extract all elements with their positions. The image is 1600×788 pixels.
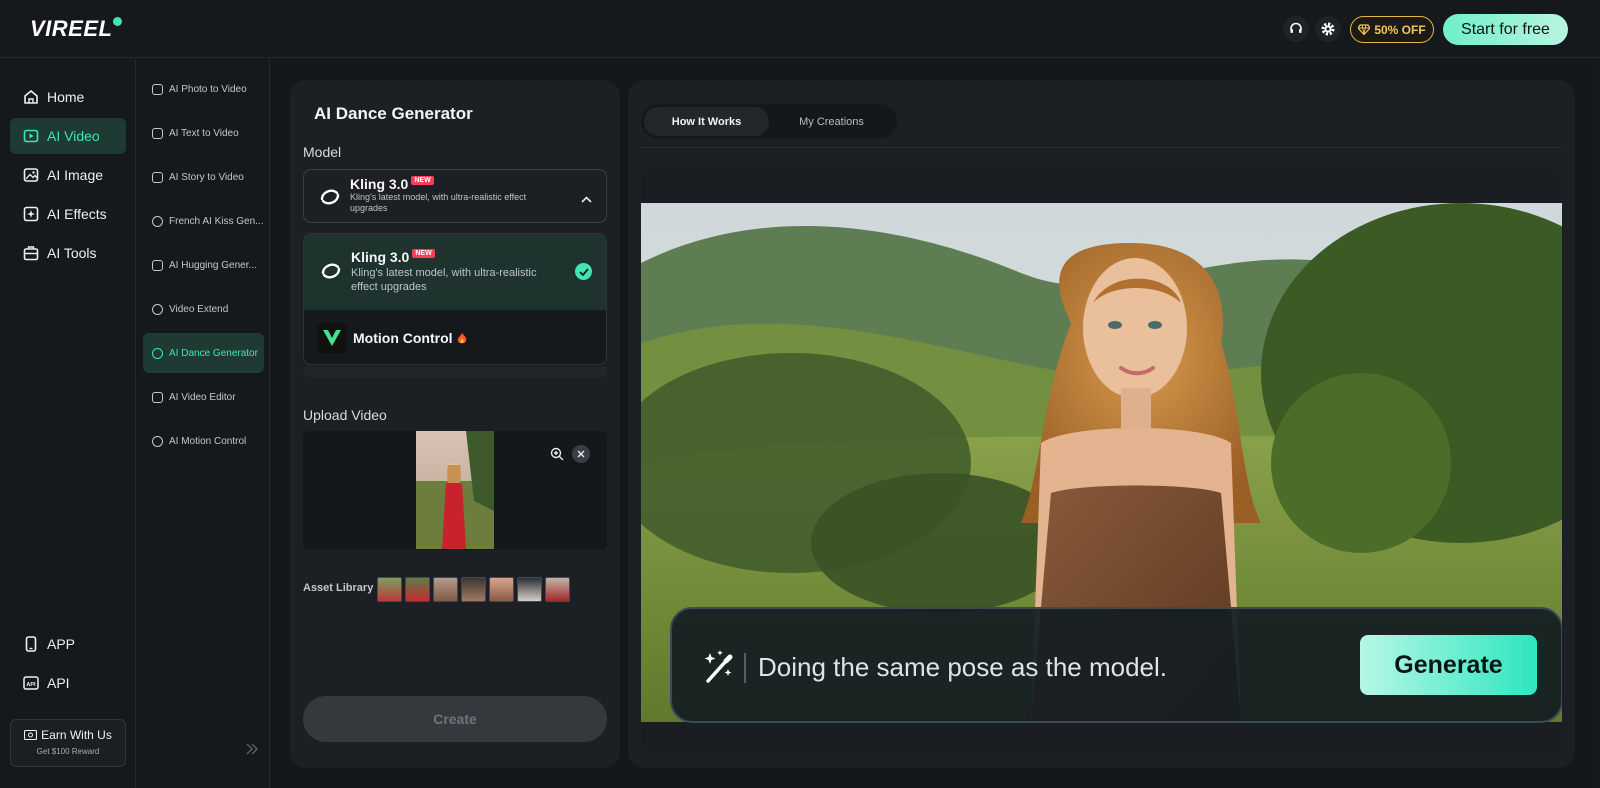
- example-stage: Doing the same pose as the model. Genera…: [641, 168, 1562, 756]
- sub-item-ai-photo-to-video[interactable]: AI Photo to Video: [143, 69, 264, 109]
- model-option-kling[interactable]: Kling 3.0 NEW Kling's latest model, with …: [304, 234, 606, 310]
- uploaded-video-thumbnail[interactable]: [416, 431, 494, 549]
- upload-video-area[interactable]: [303, 431, 607, 550]
- nav-item-ai-image[interactable]: AI Image: [10, 157, 126, 193]
- kling-logo-icon: [317, 257, 345, 285]
- asset-thumbnail[interactable]: [517, 577, 542, 602]
- top-bar: VIREEL 50% OFF Start for free: [0, 0, 1600, 58]
- new-badge: NEW: [412, 248, 435, 258]
- fire-icon: [457, 332, 466, 343]
- vireel-logo[interactable]: VIREEL: [30, 16, 123, 42]
- story-icon: [152, 171, 163, 183]
- home-icon: [24, 90, 38, 104]
- photo-icon: [152, 83, 163, 95]
- prompt-divider: [744, 653, 746, 683]
- asset-library-label: Asset Library: [303, 582, 374, 594]
- asset-library-list: [377, 577, 570, 602]
- text-icon: [152, 127, 163, 139]
- zoom-in-icon[interactable]: [548, 445, 566, 463]
- prompt-text: Doing the same pose as the model.: [758, 652, 1168, 682]
- remove-close-icon[interactable]: [572, 445, 590, 463]
- new-badge: NEW: [411, 175, 434, 185]
- asset-thumbnail[interactable]: [545, 577, 570, 602]
- settings-gear-icon[interactable]: [1315, 16, 1341, 42]
- nav-item-app[interactable]: APP: [10, 626, 126, 662]
- preview-tabs: How It Works My Creations: [641, 104, 897, 139]
- model-dropdown: Kling 3.0 NEW Kling's latest model, with …: [303, 233, 607, 365]
- chevron-up-icon: [581, 190, 592, 208]
- toolbox-icon: [23, 246, 39, 261]
- preview-panel: How It Works My Creations Doing the same…: [628, 80, 1575, 768]
- api-icon: API: [23, 676, 39, 690]
- nav-item-ai-tools[interactable]: AI Tools: [10, 235, 126, 271]
- secondary-sidebar: AI Photo to Video AI Text to Video AI St…: [137, 59, 270, 788]
- asset-thumbnail[interactable]: [461, 577, 486, 602]
- collapse-sidebar-icon[interactable]: [245, 742, 259, 758]
- money-icon: [24, 730, 38, 740]
- model-label: Model: [303, 144, 342, 160]
- dropdown-shadow-bar: [303, 367, 607, 377]
- magic-wand-icon: [698, 647, 736, 690]
- sub-item-ai-hugging[interactable]: AI Hugging Gener...: [143, 245, 264, 285]
- tab-how-it-works[interactable]: How It Works: [644, 107, 769, 136]
- effects-icon: [23, 206, 39, 222]
- support-headset-icon[interactable]: [1283, 16, 1309, 42]
- primary-sidebar: Home AI Video AI Image AI Effects AI Too…: [0, 59, 136, 788]
- editor-icon: [152, 391, 163, 403]
- svg-text:API: API: [26, 682, 36, 688]
- generate-button[interactable]: Generate: [1360, 635, 1537, 695]
- upload-video-label: Upload Video: [303, 407, 387, 423]
- motion-control-logo-icon: [317, 323, 347, 353]
- create-button[interactable]: Create: [303, 696, 607, 742]
- asset-thumbnail[interactable]: [405, 577, 430, 602]
- kiss-icon: [152, 215, 163, 227]
- nav-item-ai-effects[interactable]: AI Effects: [10, 196, 126, 232]
- asset-thumbnail[interactable]: [489, 577, 514, 602]
- video-icon: [23, 129, 39, 143]
- nav-item-api[interactable]: API API: [10, 665, 126, 701]
- sub-item-ai-dance-generator[interactable]: AI Dance Generator: [143, 333, 264, 373]
- sub-item-ai-text-to-video[interactable]: AI Text to Video: [143, 113, 264, 153]
- kling-logo-icon: [316, 183, 344, 211]
- prompt-bar: Doing the same pose as the model. Genera…: [670, 607, 1562, 723]
- image-icon: [23, 168, 39, 182]
- page-scrollbar[interactable]: [1590, 59, 1600, 788]
- sub-item-ai-motion-control[interactable]: AI Motion Control: [143, 421, 264, 461]
- dance-icon: [152, 347, 163, 359]
- sub-item-french-ai-kiss[interactable]: French AI Kiss Gen...: [143, 201, 264, 241]
- model-select[interactable]: Kling 3.0 NEW Kling's latest model, with …: [303, 169, 607, 223]
- tabs-divider: [641, 147, 1562, 148]
- motion-icon: [152, 435, 163, 447]
- sub-item-ai-video-editor[interactable]: AI Video Editor: [143, 377, 264, 417]
- sub-item-video-extend[interactable]: Video Extend: [143, 289, 264, 329]
- form-title: AI Dance Generator: [314, 104, 473, 123]
- asset-thumbnail[interactable]: [433, 577, 458, 602]
- earn-with-us-card[interactable]: Earn With Us Get $100 Reward: [10, 719, 126, 767]
- sub-item-ai-story-to-video[interactable]: AI Story to Video: [143, 157, 264, 197]
- tab-my-creations[interactable]: My Creations: [769, 107, 894, 136]
- phone-icon: [25, 636, 37, 652]
- generator-form-panel: AI Dance Generator Model Kling 3.0 NEW Kl…: [290, 80, 620, 768]
- nav-item-ai-video[interactable]: AI Video: [10, 118, 126, 154]
- promo-badge[interactable]: 50% OFF: [1350, 16, 1434, 43]
- check-icon: [575, 263, 592, 280]
- asset-thumbnail[interactable]: [377, 577, 402, 602]
- start-for-free-button[interactable]: Start for free: [1443, 14, 1568, 45]
- hug-icon: [152, 259, 163, 271]
- nav-item-home[interactable]: Home: [10, 79, 126, 115]
- logo-dot: [113, 16, 123, 26]
- model-option-motion-control[interactable]: Motion Control: [304, 310, 606, 364]
- diamond-icon: [1358, 24, 1371, 35]
- clock-icon: [152, 303, 163, 315]
